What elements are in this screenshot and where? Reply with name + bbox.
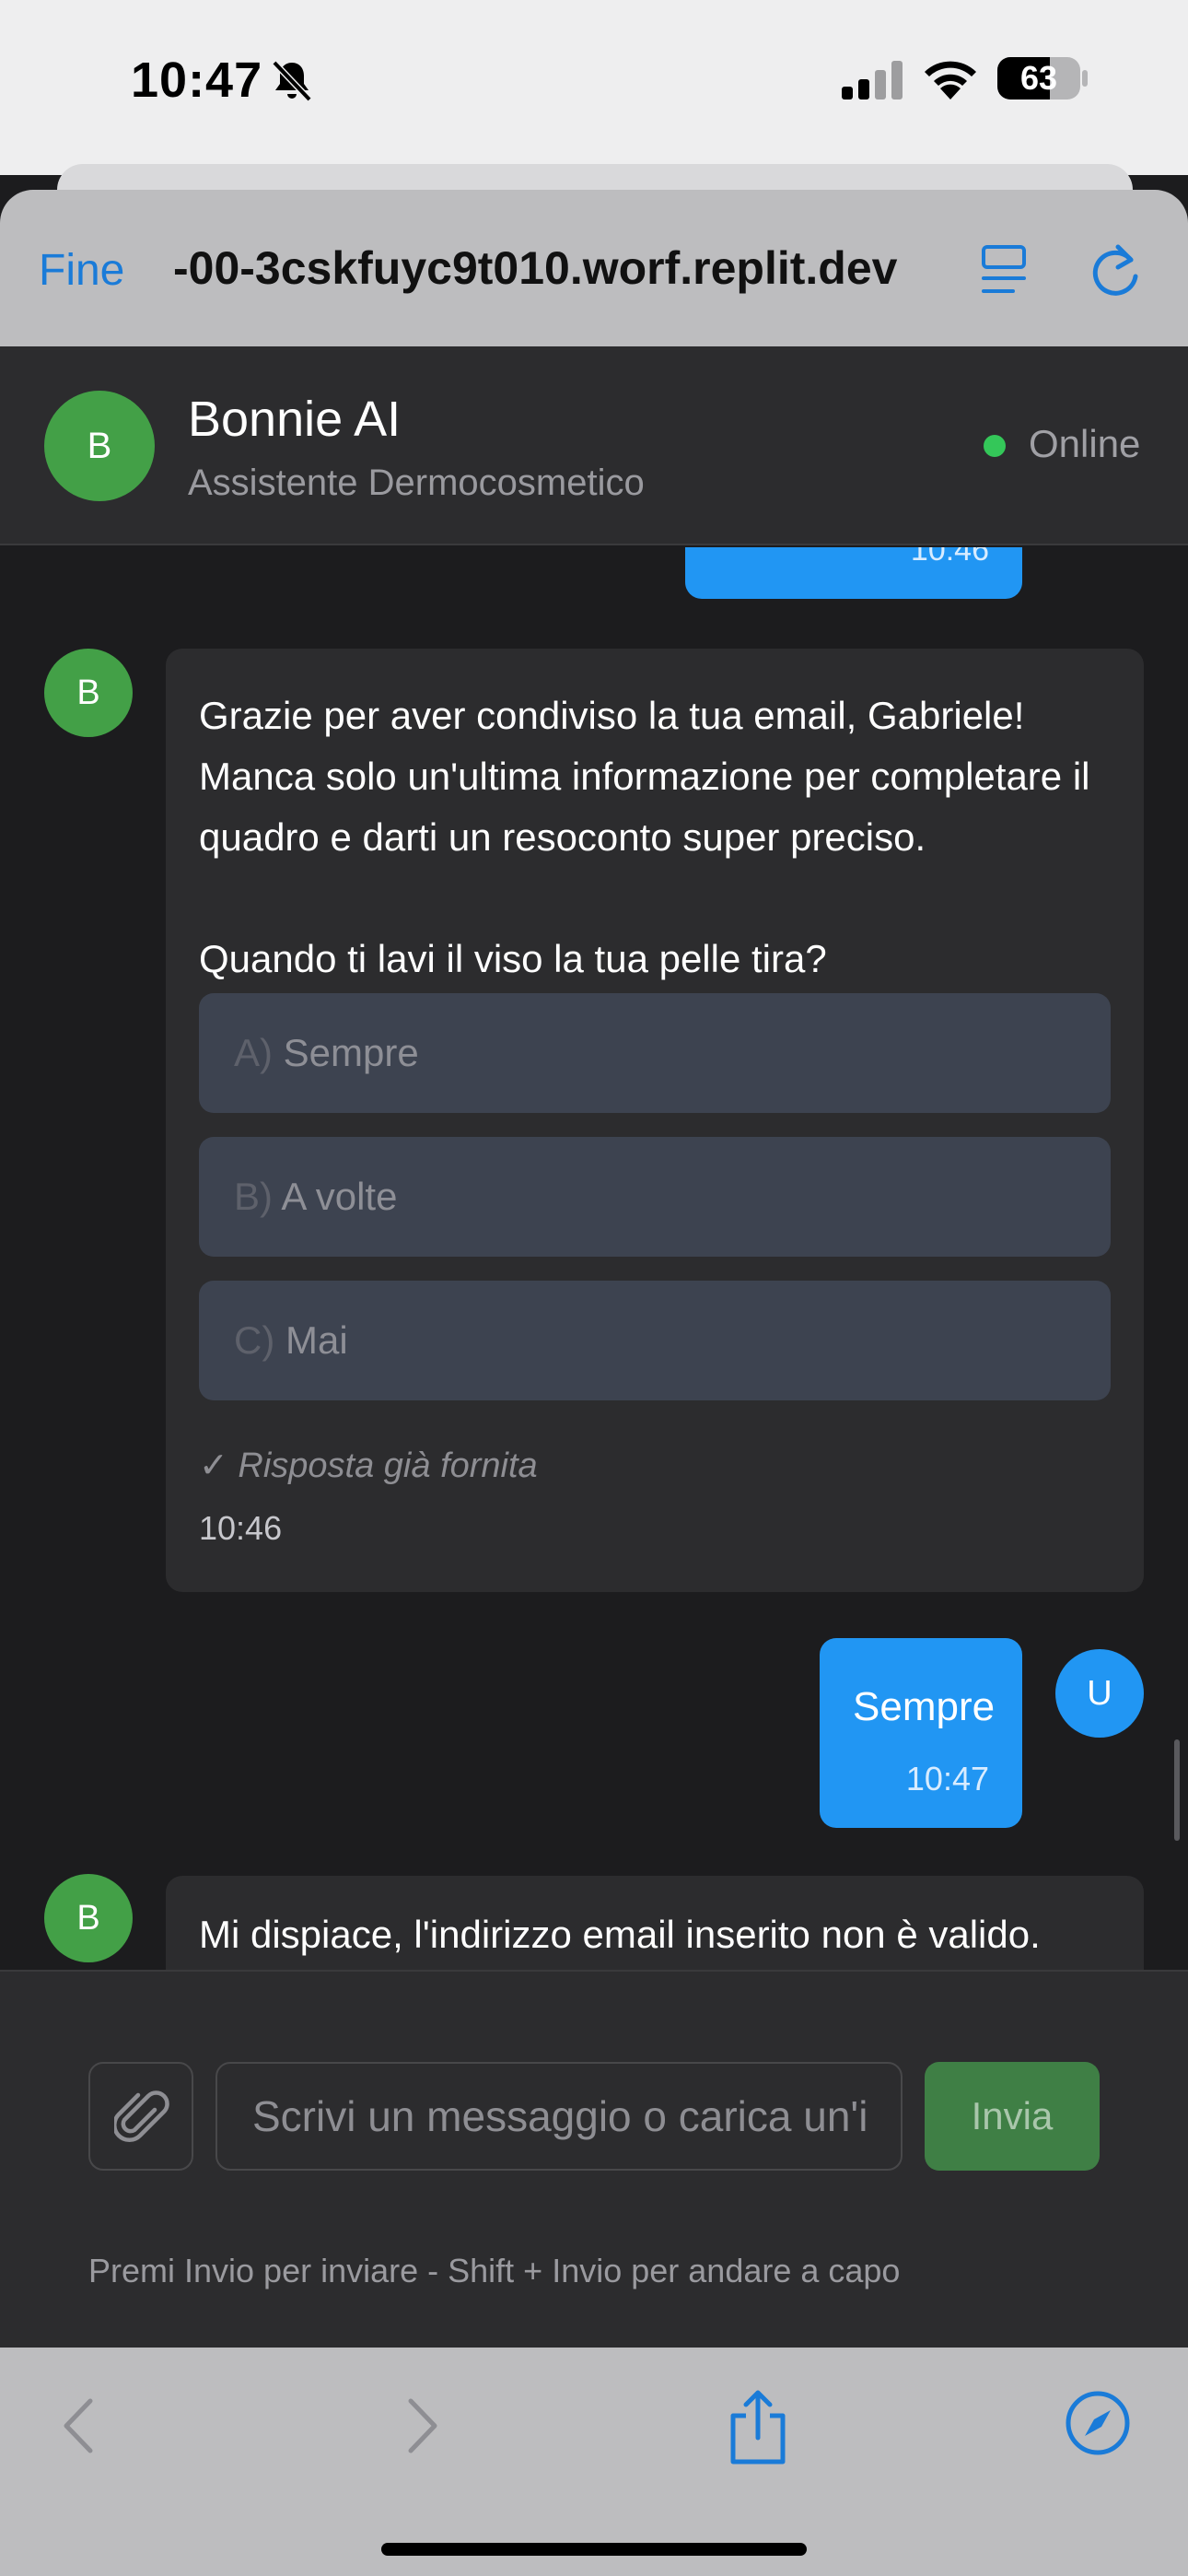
option-c-button[interactable]: C) Mai <box>199 1281 1111 1400</box>
option-a-button[interactable]: A) Sempre <box>199 993 1111 1113</box>
home-indicator <box>381 2543 807 2556</box>
message-list[interactable]: 10:46 B Grazie per aver condiviso la tua… <box>0 547 1188 1970</box>
previous-user-message: 10:46 <box>685 547 1022 599</box>
bot-message-avatar: B <box>44 1874 133 1962</box>
reader-icon[interactable] <box>980 243 1031 299</box>
attach-button[interactable] <box>88 2062 193 2171</box>
battery-indicator: 63 <box>997 57 1080 100</box>
battery-cap <box>1082 70 1088 87</box>
user-avatar: U <box>1055 1649 1144 1738</box>
answered-note: ✓ Risposta già fornita <box>199 1446 538 1485</box>
status-bar: 10:47 63 <box>0 0 1188 201</box>
user-message: Sempre 10:47 <box>820 1638 1022 1828</box>
browser-bottom-toolbar <box>0 2348 1188 2576</box>
share-icon[interactable] <box>726 2388 790 2465</box>
online-status-label: Online <box>1029 422 1141 465</box>
back-icon[interactable] <box>55 2395 101 2456</box>
scrollbar[interactable] <box>1174 1739 1180 1841</box>
url-field[interactable]: -00-3cskfuyc9t010.worf.replit.dev <box>173 241 938 299</box>
bot-message: Grazie per aver condiviso la tua email, … <box>166 649 1144 1592</box>
chat-header: B Bonnie AI Assistente Dermocosmetico On… <box>0 346 1188 545</box>
message-composer: Invia Premi Invio per inviare - Shift + … <box>0 1970 1188 2348</box>
option-label: A volte <box>281 1175 398 1218</box>
wifi-icon <box>925 61 976 100</box>
online-status-dot <box>984 435 1006 457</box>
done-button[interactable]: Fine <box>39 245 124 296</box>
status-time: 10:47 <box>131 53 263 108</box>
bot-question: Quando ti lavi il viso la tua pelle tira… <box>199 937 827 980</box>
user-message-text: Sempre <box>853 1684 996 1729</box>
compass-icon[interactable] <box>1065 2390 1131 2456</box>
bot-subtitle: Assistente Dermocosmetico <box>188 463 645 503</box>
bell-slash-icon <box>272 60 312 102</box>
keyboard-hint: Premi Invio per inviare - Shift + Invio … <box>88 2252 901 2289</box>
option-key: A) <box>234 1031 273 1074</box>
message-input[interactable] <box>215 2062 903 2171</box>
browser-toolbar: Fine -00-3cskfuyc9t010.worf.replit.dev <box>0 190 1188 346</box>
reload-icon[interactable] <box>1087 240 1144 299</box>
option-key: B) <box>234 1175 273 1218</box>
send-button[interactable]: Invia <box>925 2062 1100 2171</box>
message-time: 10:47 <box>905 1760 989 1797</box>
bot-avatar: B <box>44 391 155 501</box>
message-time: 10:46 <box>910 547 989 568</box>
message-time: 10:46 <box>199 1509 283 1547</box>
option-label: Sempre <box>283 1031 419 1074</box>
forward-icon[interactable] <box>400 2395 446 2456</box>
bot-message: Mi dispiace, l'indirizzo email inserito … <box>166 1876 1144 1970</box>
bot-message-text: Grazie per aver condiviso la tua email, … <box>199 685 1120 989</box>
option-label: Mai <box>285 1318 348 1362</box>
cellular-signal-icon <box>842 61 903 100</box>
option-b-button[interactable]: B) A volte <box>199 1137 1111 1257</box>
bot-name: Bonnie AI <box>188 392 402 447</box>
paperclip-icon <box>114 2090 169 2143</box>
bot-message-avatar: B <box>44 649 133 737</box>
bot-message-text: Mi dispiace, l'indirizzo email inserito … <box>199 1913 1041 1956</box>
option-key: C) <box>234 1318 275 1362</box>
bot-message-paragraph: Grazie per aver condiviso la tua email, … <box>199 694 1090 859</box>
battery-percent: 63 <box>1019 59 1058 97</box>
